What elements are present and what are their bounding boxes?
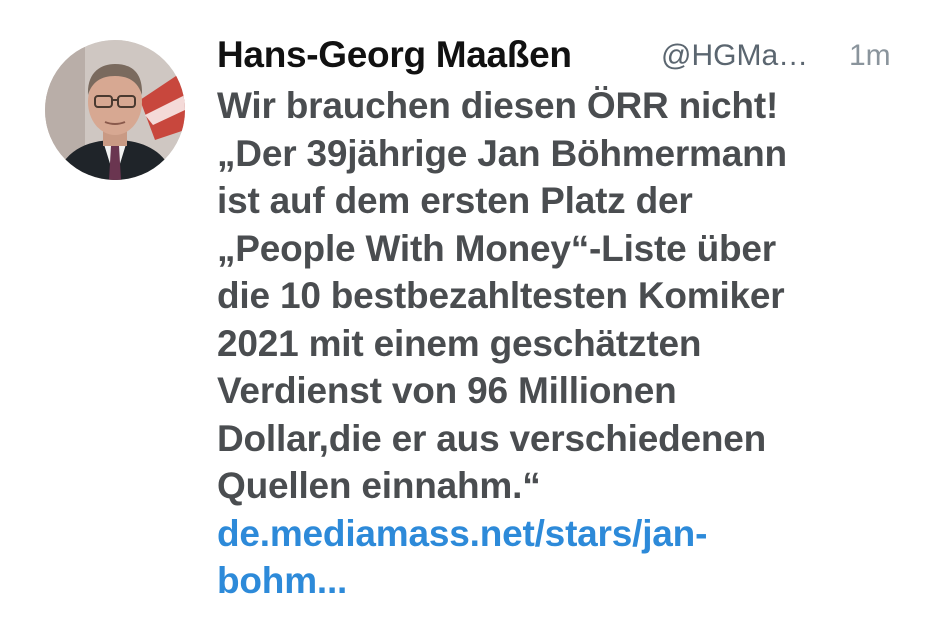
tweet-timestamp[interactable]: 1m — [849, 39, 891, 73]
author-handle[interactable]: @HGMa… — [661, 39, 808, 73]
tweet-link[interactable]: de.mediamass.net/stars/jan- bohm... — [217, 510, 917, 605]
tweet-card[interactable]: Hans-Georg Maaßen @HGMa… 1m Wir brauchen… — [0, 0, 946, 641]
avatar[interactable] — [45, 40, 185, 180]
author-name[interactable]: Hans-Georg Maaßen — [217, 34, 572, 76]
tweet-content: Hans-Georg Maaßen @HGMa… 1m Wir brauchen… — [217, 30, 917, 605]
avatar-image — [45, 40, 185, 180]
tweet-text: Wir brauchen diesen ÖRR nicht! „Der 39jä… — [217, 85, 787, 506]
tweet-header: Hans-Georg Maaßen @HGMa… 1m — [217, 30, 917, 82]
